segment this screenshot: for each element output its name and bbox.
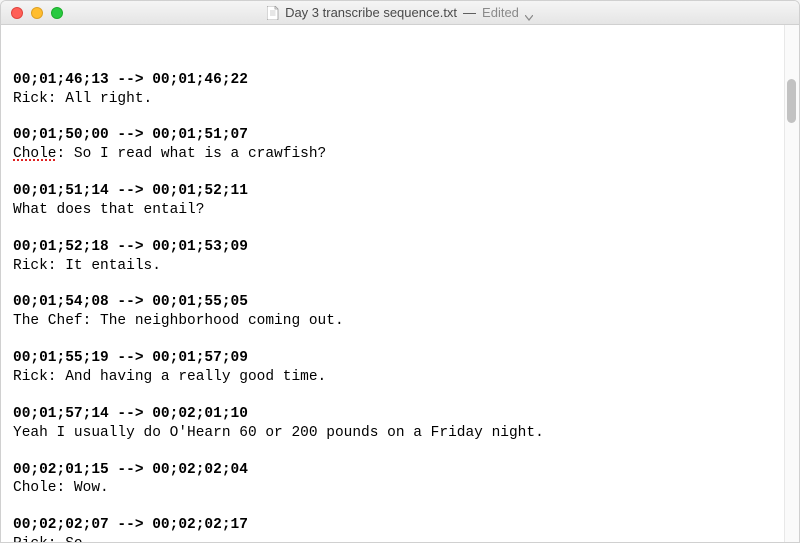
document-title: Day 3 transcribe sequence.txt [285, 5, 457, 20]
transcript-line: Yeah I usually do O'Hearn 60 or 200 poun… [13, 424, 787, 443]
text-content[interactable]: 00;01;46;13 --> 00;01;46;22Rick: All rig… [1, 25, 799, 542]
title-separator: — [463, 5, 476, 20]
transcript-entry: 00;01;55;19 --> 00;01;57;09Rick: And hav… [13, 349, 787, 387]
title-area[interactable]: Day 3 transcribe sequence.txt — Edited [1, 5, 799, 20]
transcript-line: Chole: Wow. [13, 479, 787, 498]
timecode: 00;01;52;18 --> 00;01;53;09 [13, 238, 787, 257]
transcript-entry: 00;01;50;00 --> 00;01;51;07Chole: So I r… [13, 126, 787, 164]
transcript-line: Chole: So I read what is a crawfish? [13, 145, 787, 164]
timecode: 00;01;51;14 --> 00;01;52;11 [13, 182, 787, 201]
chevron-down-icon[interactable] [525, 9, 533, 17]
transcript-entry: 00;01;46;13 --> 00;01;46;22Rick: All rig… [13, 71, 787, 109]
transcript-entry: 00;01;52;18 --> 00;01;53;09Rick: It enta… [13, 238, 787, 276]
transcript-entry: 00;02;01;15 --> 00;02;02;04Chole: Wow. [13, 461, 787, 499]
window-controls [1, 7, 63, 19]
minimize-button[interactable] [31, 7, 43, 19]
transcript-line: What does that entail? [13, 201, 787, 220]
transcript-line: Rick: So. [13, 535, 787, 542]
close-button[interactable] [11, 7, 23, 19]
speaker-name: Chole [13, 146, 57, 162]
timecode: 00;01;54;08 --> 00;01;55;05 [13, 293, 787, 312]
text-editor-window: Day 3 transcribe sequence.txt — Edited 0… [0, 0, 800, 543]
transcript-entry: 00;01;57;14 --> 00;02;01;10Yeah I usuall… [13, 405, 787, 443]
document-icon [267, 6, 279, 20]
transcript-entry: 00;01;51;14 --> 00;01;52;11What does tha… [13, 182, 787, 220]
transcript-entry: 00;01;54;08 --> 00;01;55;05The Chef: The… [13, 293, 787, 331]
scrollbar-thumb[interactable] [787, 79, 796, 123]
transcript-line: Rick: It entails. [13, 257, 787, 276]
scrollbar-track[interactable] [784, 25, 799, 542]
transcript-line: Rick: All right. [13, 90, 787, 109]
titlebar[interactable]: Day 3 transcribe sequence.txt — Edited [1, 1, 799, 25]
edited-status: Edited [482, 5, 519, 20]
timecode: 00;01;55;19 --> 00;01;57;09 [13, 349, 787, 368]
timecode: 00;02;02;07 --> 00;02;02;17 [13, 516, 787, 535]
transcript-line: Rick: And having a really good time. [13, 368, 787, 387]
timecode: 00;01;46;13 --> 00;01;46;22 [13, 71, 787, 90]
transcript-entry: 00;02;02;07 --> 00;02;02;17Rick: So. [13, 516, 787, 542]
timecode: 00;01;50;00 --> 00;01;51;07 [13, 126, 787, 145]
maximize-button[interactable] [51, 7, 63, 19]
transcript-line: The Chef: The neighborhood coming out. [13, 312, 787, 331]
timecode: 00;02;01;15 --> 00;02;02;04 [13, 461, 787, 480]
timecode: 00;01;57;14 --> 00;02;01;10 [13, 405, 787, 424]
